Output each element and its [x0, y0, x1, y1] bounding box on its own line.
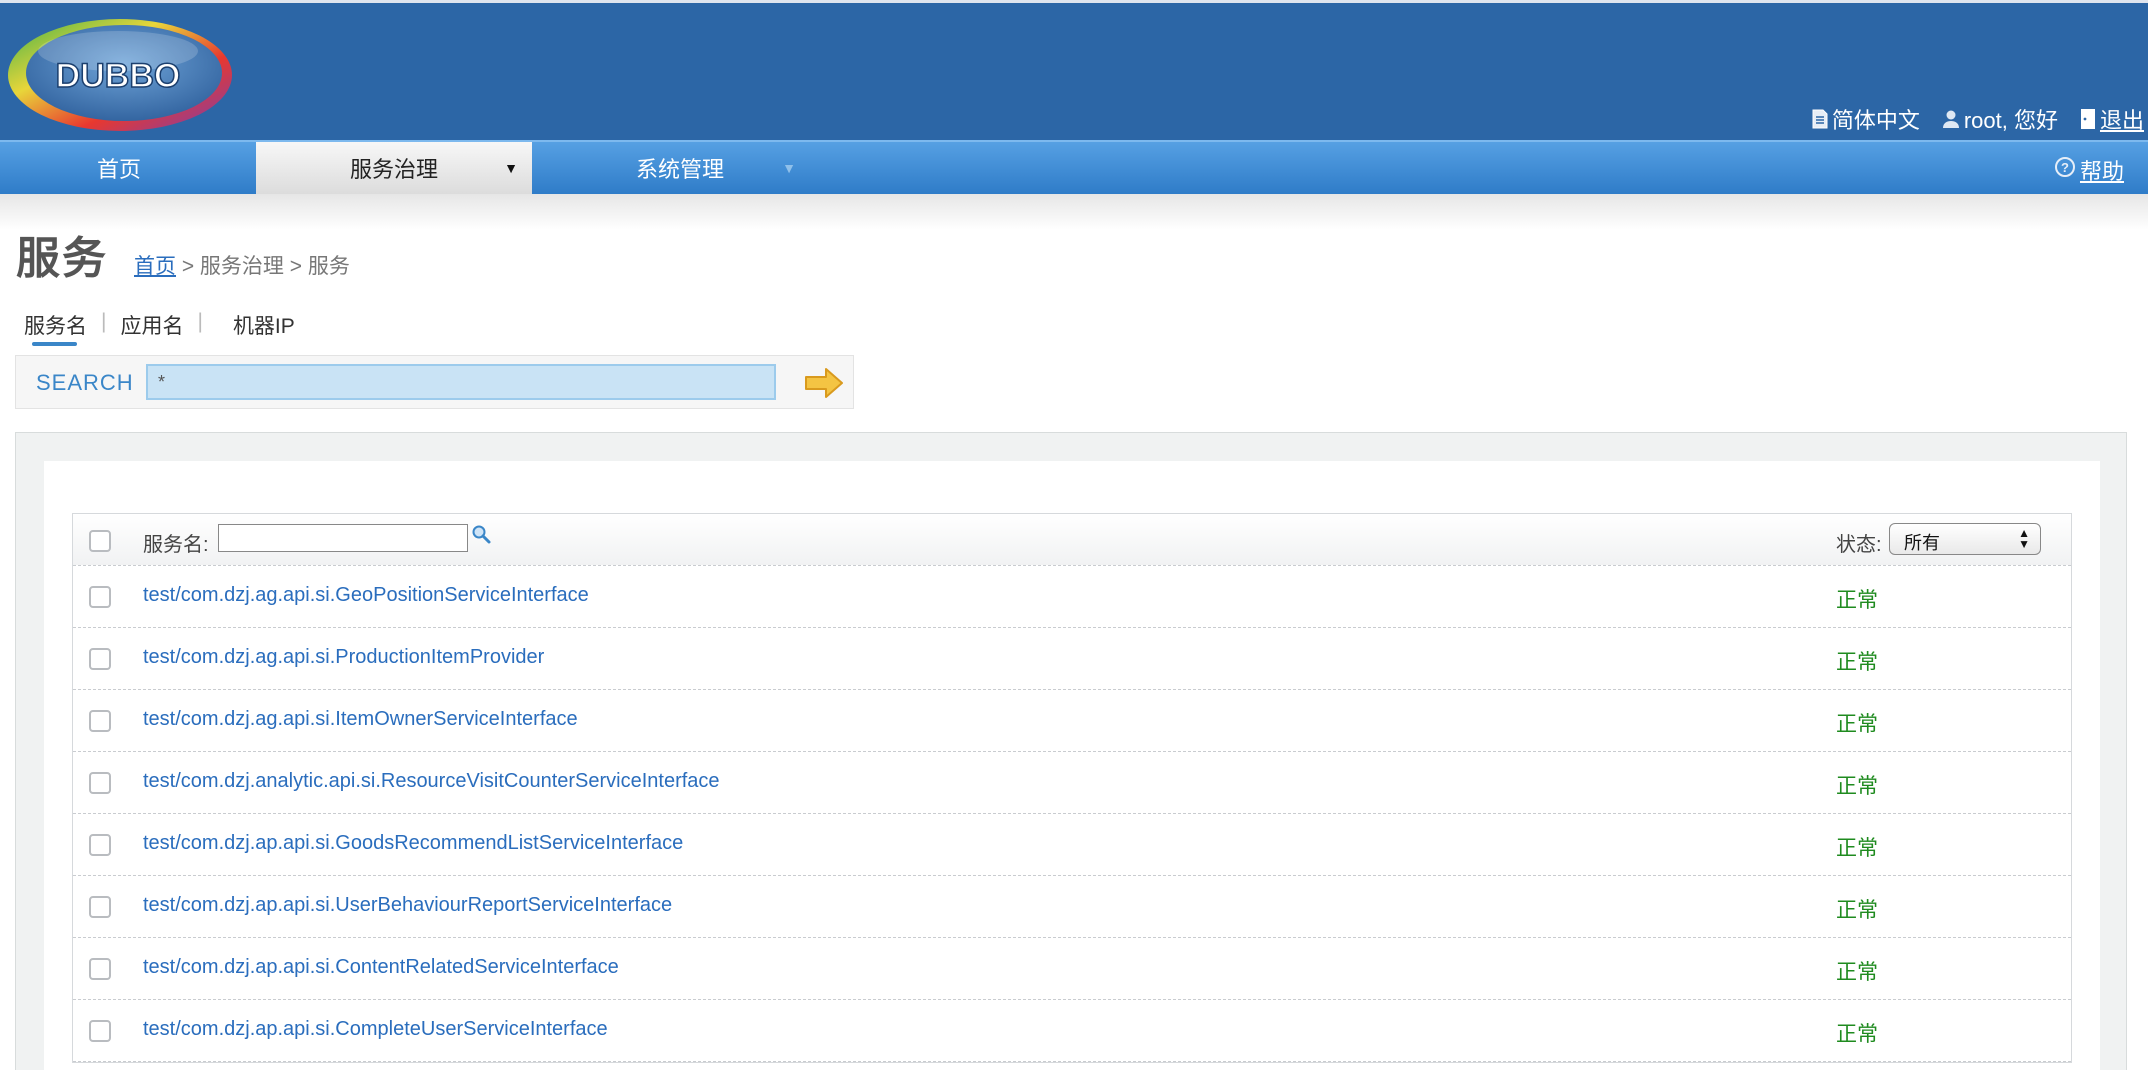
page-title: 服务 — [16, 234, 108, 283]
nav-item-label: 服务治理 — [349, 157, 438, 182]
row-checkbox[interactable] — [89, 834, 111, 856]
table-row: test/com.dzj.ag.api.si.ItemOwnerServiceI… — [73, 690, 2071, 752]
service-status: 正常 — [1836, 961, 1878, 984]
user-bar: 简体中文 root, 您好 退出 — [1790, 103, 2144, 135]
service-link[interactable]: test/com.dzj.analytic.api.si.ResourceVis… — [143, 770, 720, 793]
row-checkbox[interactable] — [89, 772, 111, 794]
breadcrumb: 首页 > 服务治理 > 服务 — [134, 250, 350, 280]
logout-icon — [2080, 108, 2096, 130]
table-row: test/com.dzj.ap.api.si.ContentRelatedSer… — [73, 938, 2071, 1000]
service-link[interactable]: test/com.dzj.ag.api.si.GeoPositionServic… — [143, 584, 589, 607]
search-type-tabs: 服务名 | 应用名 | 机器IP — [24, 310, 309, 350]
tab-service-name[interactable]: 服务名 — [24, 310, 101, 350]
row-checkbox[interactable] — [89, 710, 111, 732]
nav-item-label: 首页 — [96, 157, 141, 182]
row-checkbox[interactable] — [89, 1020, 111, 1042]
tab-machine-ip[interactable]: 机器IP — [217, 310, 309, 350]
dubbo-logo[interactable]: DUBBO — [0, 11, 240, 139]
select-all-checkbox[interactable] — [89, 530, 111, 552]
search-icon[interactable] — [471, 524, 493, 551]
service-link[interactable]: test/com.dzj.ap.api.si.GoodsRecommendLis… — [143, 832, 683, 855]
service-status: 正常 — [1836, 589, 1878, 612]
user-greeting: root, 您好 — [1963, 108, 2058, 133]
table-row: test/com.dzj.ap.api.si.GoodsRecommendLis… — [73, 814, 2071, 876]
row-checkbox[interactable] — [89, 896, 111, 918]
search-input[interactable] — [146, 364, 776, 400]
document-icon — [1812, 109, 1828, 129]
help-icon: ? — [2054, 156, 2076, 184]
select-arrows-icon: ▲ ▼ — [2018, 526, 2030, 551]
nav-item-service-governance[interactable]: 服务治理 ▼ — [256, 142, 532, 194]
row-checkbox[interactable] — [89, 958, 111, 980]
service-link[interactable]: test/com.dzj.ap.api.si.CompleteUserServi… — [143, 1018, 608, 1041]
tab-application-name[interactable]: 应用名 — [120, 310, 197, 350]
language-switch[interactable]: 简体中文 — [1812, 103, 1920, 135]
user-icon — [1942, 109, 1960, 129]
content-panel: 服务名: 状态: 所有 ▲ ▼ test/com.dzj.ag.api.si.Ge… — [15, 432, 2127, 1070]
service-status: 正常 — [1836, 899, 1878, 922]
service-status: 正常 — [1836, 837, 1878, 860]
content-panel-inner: 服务名: 状态: 所有 ▲ ▼ test/com.dzj.ag.api.si.Ge… — [44, 461, 2100, 1070]
tab-separator: | — [101, 310, 107, 333]
service-link[interactable]: test/com.dzj.ag.api.si.ItemOwnerServiceI… — [143, 708, 578, 731]
table-row: test/com.dzj.ag.api.si.ProductionItemPro… — [73, 628, 2071, 690]
svg-text:?: ? — [2061, 160, 2069, 175]
table-row: test/com.dzj.ap.api.si.CompleteUserServi… — [73, 1000, 2071, 1062]
table-row: test/com.dzj.analytic.api.si.ResourceVis… — [73, 752, 2071, 814]
arrow-right-icon[interactable] — [804, 366, 844, 400]
row-checkbox[interactable] — [89, 586, 111, 608]
nav-item-label: 系统管理 — [635, 157, 724, 182]
user-info: root, 您好 — [1942, 103, 2058, 135]
state-filter-value: 所有 — [1904, 533, 1940, 553]
service-status: 正常 — [1836, 713, 1878, 736]
table-header: 服务名: 状态: 所有 ▲ ▼ — [73, 514, 2071, 566]
service-link[interactable]: test/com.dzj.ap.api.si.UserBehaviourRepo… — [143, 894, 672, 917]
service-link[interactable]: test/com.dzj.ag.api.si.ProductionItemPro… — [143, 646, 544, 669]
table-row: test/com.dzj.ap.api.si.UserBehaviourRepo… — [73, 876, 2071, 938]
breadcrumb-rest: > 服务治理 > 服务 — [176, 255, 350, 278]
language-label: 简体中文 — [1831, 108, 1920, 133]
state-filter-select[interactable]: 所有 ▲ ▼ — [1889, 523, 2041, 555]
row-checkbox[interactable] — [89, 648, 111, 670]
search-label: SEARCH — [36, 370, 134, 395]
logout-link[interactable]: 退出 — [2100, 103, 2144, 135]
chevron-down-icon: ▼ — [782, 160, 796, 176]
help-link-wrap[interactable]: ? 帮助 — [2054, 154, 2124, 186]
app-header: DUBBO 简体中文 root, 您好 退出 — [0, 0, 2148, 140]
help-link[interactable]: 帮助 — [2080, 154, 2124, 186]
breadcrumb-home[interactable]: 首页 — [134, 255, 176, 278]
nav-shadow — [0, 194, 2148, 230]
table-row: test/com.dzj.ag.api.si.GeoPositionServic… — [73, 566, 2071, 628]
service-status: 正常 — [1836, 1023, 1878, 1046]
state-filter-label: 状态: — [1836, 534, 1882, 556]
search-bar: SEARCH — [15, 355, 854, 409]
service-status: 正常 — [1836, 775, 1878, 798]
logo-text: DUBBO — [56, 57, 181, 95]
nav-item-system-management[interactable]: 系统管理 ▼ — [550, 142, 810, 194]
service-table: 服务名: 状态: 所有 ▲ ▼ test/com.dzj.ag.api.si.Ge… — [72, 513, 2072, 1063]
tab-separator: | — [197, 310, 203, 333]
chevron-down-icon: ▼ — [504, 160, 518, 176]
name-filter-input[interactable] — [218, 524, 468, 552]
logout-link-wrap[interactable]: 退出 — [2080, 103, 2144, 135]
main-nav: 首页 服务治理 ▼ 系统管理 ▼ ? 帮助 — [0, 140, 2148, 194]
name-filter-label: 服务名: — [143, 534, 209, 556]
service-link[interactable]: test/com.dzj.ap.api.si.ContentRelatedSer… — [143, 956, 619, 979]
service-status: 正常 — [1836, 651, 1878, 674]
nav-item-home[interactable]: 首页 — [0, 142, 238, 194]
